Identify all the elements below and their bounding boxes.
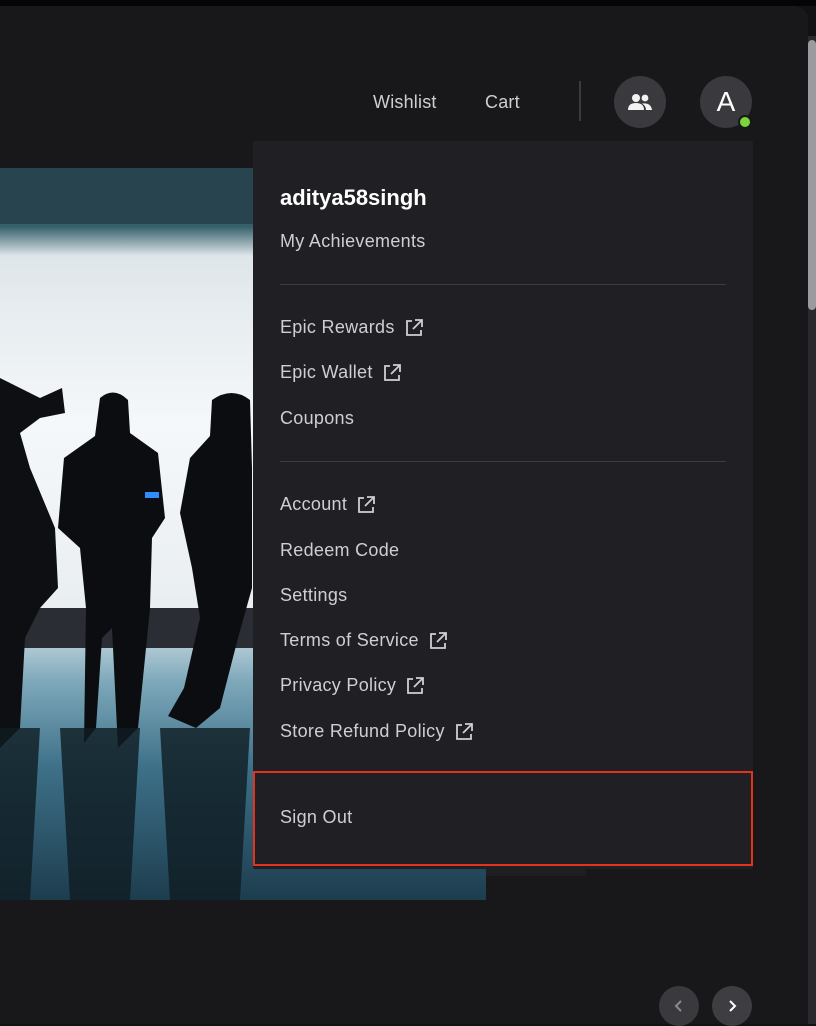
menu-item-label: Redeem Code (280, 540, 400, 560)
nav-cart-link[interactable]: Cart (485, 92, 520, 113)
online-status-dot (738, 115, 752, 129)
menu-separator (280, 461, 726, 462)
menu-item-privacy-policy[interactable]: Privacy Policy (280, 675, 425, 696)
menu-item-epic-rewards[interactable]: Epic Rewards (280, 317, 424, 338)
scrollbar-thumb[interactable] (808, 40, 816, 310)
menu-item-label: Epic Rewards (280, 317, 395, 337)
menu-item-coupons[interactable]: Coupons (280, 408, 354, 429)
menu-item-my-achievements[interactable]: My Achievements (280, 231, 426, 252)
menu-item-label: Privacy Policy (280, 675, 397, 695)
menu-item-sign-out[interactable]: Sign Out (280, 807, 352, 828)
external-link-icon (404, 318, 424, 338)
menu-item-label: Terms of Service (280, 630, 419, 650)
menu-item-label: Settings (280, 585, 348, 605)
menu-item-label: Account (280, 494, 348, 514)
menu-item-redeem-code[interactable]: Redeem Code (280, 540, 399, 561)
menu-item-store-refund-policy[interactable]: Store Refund Policy (280, 721, 474, 742)
carousel-prev-button[interactable] (659, 986, 699, 1026)
carousel-next-button[interactable] (712, 986, 752, 1026)
chevron-left-icon (674, 1000, 682, 1012)
external-link-icon (356, 495, 376, 515)
menu-item-label: Epic Wallet (280, 362, 373, 382)
nav-divider (579, 81, 581, 121)
menu-item-settings[interactable]: Settings (280, 585, 347, 606)
external-link-icon (405, 676, 425, 696)
menu-item-account[interactable]: Account (280, 494, 376, 515)
menu-item-label: Store Refund Policy (280, 721, 445, 741)
menu-item-terms-of-service[interactable]: Terms of Service (280, 630, 448, 651)
menu-username: aditya58singh (280, 185, 427, 210)
chevron-right-icon (729, 1000, 737, 1012)
external-link-icon (382, 363, 402, 383)
external-link-icon (428, 631, 448, 651)
menu-item-label: Coupons (280, 408, 355, 428)
menu-separator (280, 284, 726, 285)
nav-wishlist-link[interactable]: Wishlist (373, 92, 437, 113)
friends-button[interactable] (614, 76, 666, 128)
friends-icon (628, 94, 652, 110)
external-link-icon (454, 722, 474, 742)
avatar-letter: A (716, 86, 736, 117)
menu-item-epic-wallet[interactable]: Epic Wallet (280, 362, 402, 383)
